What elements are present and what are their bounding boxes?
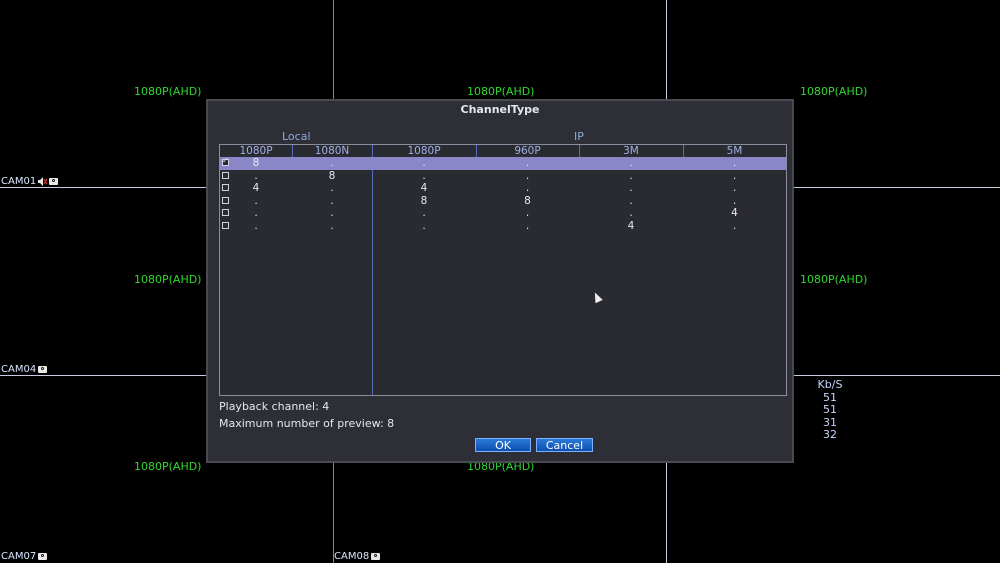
table-cell: . [629, 157, 633, 169]
table-cell: . [254, 194, 258, 207]
table-cell: 4 [627, 219, 635, 232]
table-cell: . [254, 169, 258, 182]
camera-label[interactable]: CAM08 [334, 551, 381, 562]
camera-name: CAM08 [334, 551, 370, 562]
camera-name: CAM07 [1, 551, 37, 562]
camera-icon [371, 553, 381, 560]
table-cell: . [732, 182, 737, 194]
table-cell: . [254, 207, 258, 219]
table-cell: . [525, 182, 530, 194]
channel-type-dialog: ChannelType Local IP 1080P 1080N 1080P 9… [206, 99, 794, 463]
max-preview-text: Maximum number of preview: 8 [219, 417, 395, 430]
column-separator [683, 145, 684, 157]
table-row[interactable]: .... 4. [220, 220, 786, 233]
table-cell: . [330, 207, 334, 219]
table-cell: . [422, 157, 426, 169]
table-row[interactable]: 4. 4... [220, 182, 786, 195]
table-row[interactable]: . 8.... [220, 170, 786, 183]
table-cell: 8 [252, 157, 260, 169]
playback-channel-text: Playback channel: 4 [219, 400, 330, 413]
column-separator [476, 145, 477, 157]
column-separator [579, 145, 580, 157]
table-cell: . [629, 182, 633, 194]
table-cell: . [254, 219, 258, 232]
resolution-label: 1080P(AHD) [800, 273, 868, 286]
camera-icon [38, 553, 48, 560]
table-cell: 8 [524, 194, 531, 207]
camera-icon [49, 178, 59, 185]
column-separator [292, 145, 293, 157]
table-cell: . [422, 169, 426, 182]
table-cell: 4 [252, 182, 260, 194]
resolution-label: 1080P(AHD) [800, 85, 868, 98]
table-row[interactable]: .. 8 8.. [220, 195, 786, 208]
camera-label[interactable]: CAM01 [1, 176, 59, 187]
table-cell: . [732, 194, 737, 207]
bitrate-panel: Kb/S 51 51 31 32 [800, 378, 860, 442]
table-cell: 4 [420, 182, 428, 194]
table-cell: . [330, 219, 334, 232]
cancel-button[interactable]: Cancel [536, 438, 593, 452]
table-cell: 8 [420, 194, 428, 207]
resolution-label: 1080P(AHD) [134, 460, 202, 473]
table-cell: . [732, 219, 737, 232]
table-cell: . [422, 219, 426, 232]
camera-name: CAM01 [1, 176, 37, 187]
resolution-label: 1080P(AHD) [467, 85, 535, 98]
table-cell: . [629, 169, 633, 182]
table-cell: . [732, 169, 737, 182]
channel-type-table: 1080P 1080N 1080P 960P 3M 5M 8......8...… [219, 144, 787, 396]
resolution-label: 1080P(AHD) [134, 273, 202, 286]
dialog-title: ChannelType [460, 103, 540, 116]
table-cell: 8 [328, 169, 336, 182]
table-cell: . [422, 207, 426, 219]
table-cell: . [330, 182, 334, 194]
resolution-label: 1080P(AHD) [134, 85, 202, 98]
camera-label[interactable]: CAM04 [1, 364, 48, 375]
table-row[interactable]: 8..... [220, 156, 786, 170]
camera-name: CAM04 [1, 364, 37, 375]
camera-icon [38, 366, 48, 373]
bitrate-value: 51 [823, 403, 837, 416]
table-cell: . [732, 157, 737, 169]
table-row[interactable]: ..... 4 [220, 207, 786, 220]
table-cell: . [330, 157, 334, 169]
camera-label[interactable]: CAM07 [1, 551, 48, 562]
group-local-label: Local [282, 130, 311, 143]
table-cell: . [629, 194, 633, 207]
table-cell: . [525, 219, 530, 232]
bitrate-header: Kb/S [817, 378, 843, 391]
table-cell: . [330, 194, 334, 207]
table-cell: . [525, 157, 530, 169]
group-ip-label: IP [574, 130, 584, 143]
table-cell: . [525, 169, 530, 182]
table-cell: 4 [731, 207, 738, 219]
table-cell: . [629, 207, 633, 219]
bitrate-value: 32 [823, 428, 837, 441]
ok-button[interactable]: OK [475, 438, 531, 452]
speaker-muted-icon [38, 177, 48, 186]
table-cell: . [525, 207, 530, 219]
